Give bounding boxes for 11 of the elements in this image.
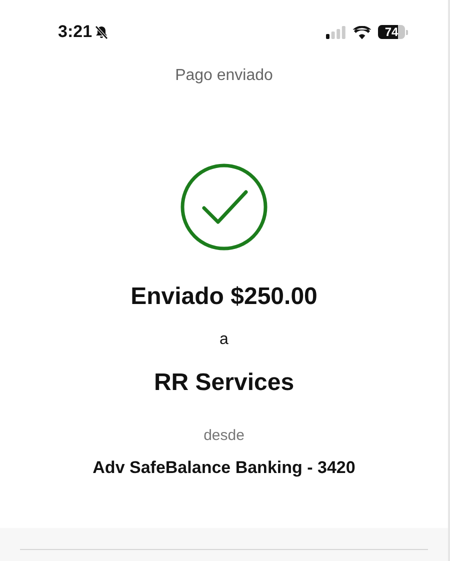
connector-text: a (220, 331, 228, 349)
status-time: 3:21 (58, 22, 92, 42)
wifi-icon (353, 26, 371, 38)
account-name: Adv SafeBalance Banking - 3420 (92, 458, 356, 478)
recipient-name: RR Services (154, 369, 294, 397)
amount-sent: Enviado $250.00 (130, 283, 318, 311)
signal-icon (326, 26, 346, 38)
checkmark-circle-icon (180, 163, 268, 251)
screen-title: Pago enviado (174, 67, 274, 85)
from-label: desde (204, 427, 244, 444)
muted-bell-icon (94, 24, 110, 40)
